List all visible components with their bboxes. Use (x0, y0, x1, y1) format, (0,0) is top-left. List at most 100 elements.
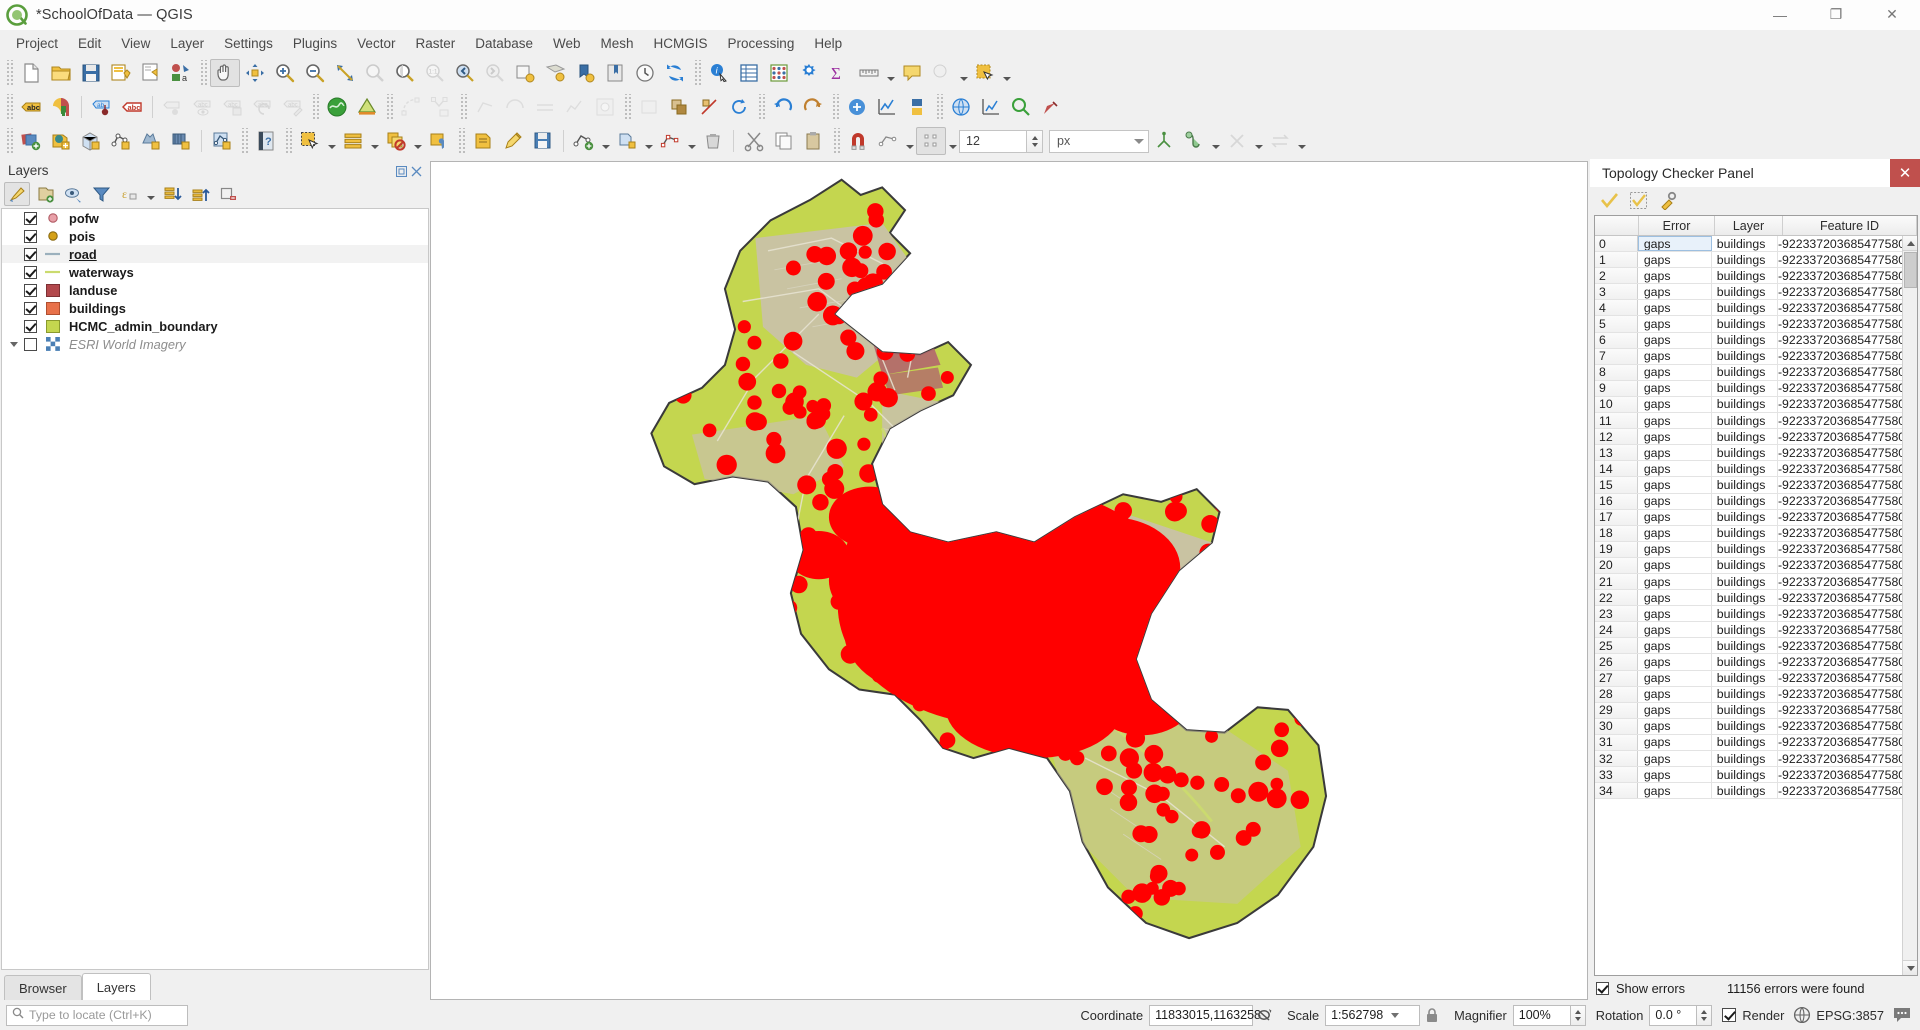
delete-selected-icon[interactable] (698, 127, 728, 155)
panel-tab-layers[interactable]: Layers (81, 973, 151, 1000)
coordinate-input[interactable]: 11833015,1163258 (1149, 1004, 1261, 1026)
zoom-to-layer-icon[interactable] (390, 59, 420, 87)
identify-features-icon[interactable]: i (704, 59, 734, 87)
cell-feature-id[interactable]: -9223372036854775808 (1778, 783, 1917, 799)
cell-feature-id[interactable]: -9223372036854775808 (1778, 236, 1917, 252)
rotation-stepper[interactable] (1697, 1004, 1713, 1026)
cell-error[interactable]: gaps (1638, 525, 1712, 541)
circular-string-icon[interactable] (396, 93, 426, 121)
copy-features-icon[interactable] (769, 127, 799, 155)
menu-view[interactable]: View (111, 33, 160, 54)
zoom-out-icon[interactable] (300, 59, 330, 87)
avoid-overlaps-icon[interactable] (1222, 127, 1252, 155)
table-row[interactable]: 27 gaps buildings -9223372036854775808 (1595, 670, 1917, 687)
cell-feature-id[interactable]: -9223372036854775808 (1778, 622, 1917, 638)
measure-dropdown-caret-icon[interactable] (884, 59, 897, 87)
toolbar-grip[interactable] (831, 94, 839, 120)
layer-item-hcmc-admin-boundary[interactable]: HCMC_admin_boundary (2, 317, 428, 335)
toggle-extents-icon[interactable] (1253, 1004, 1277, 1026)
cell-id[interactable]: 25 (1595, 638, 1638, 654)
cell-feature-id[interactable]: -9223372036854775808 (1778, 767, 1917, 783)
menu-edit[interactable]: Edit (68, 33, 111, 54)
cell-layer[interactable]: buildings (1712, 316, 1778, 332)
table-row[interactable]: 7 gaps buildings -9223372036854775808 (1595, 348, 1917, 365)
cell-feature-id[interactable]: -9223372036854775808 (1778, 477, 1917, 493)
layer-visibility-checkbox[interactable] (24, 283, 37, 297)
cell-layer[interactable]: buildings (1712, 477, 1778, 493)
diagram-icon[interactable] (46, 93, 76, 121)
cell-id[interactable]: 23 (1595, 606, 1638, 622)
table-row[interactable]: 4 gaps buildings -9223372036854775808 (1595, 300, 1917, 317)
cell-error[interactable]: gaps (1638, 557, 1712, 573)
select-dropdown-caret-icon[interactable] (957, 59, 970, 87)
terrain-profile-icon[interactable] (352, 93, 382, 121)
reshape-features-icon[interactable] (500, 93, 530, 121)
cell-error[interactable]: gaps (1638, 380, 1712, 396)
cell-error[interactable]: gaps (1638, 493, 1712, 509)
reverse-line-caret-icon[interactable] (1295, 127, 1308, 155)
cell-feature-id[interactable]: -9223372036854775808 (1778, 268, 1917, 284)
cell-feature-id[interactable]: -9223372036854775808 (1778, 606, 1917, 622)
cell-layer[interactable]: buildings (1712, 751, 1778, 767)
cell-id[interactable]: 31 (1595, 734, 1638, 750)
cell-error[interactable]: gaps (1638, 702, 1712, 718)
reverse-line-icon[interactable] (1265, 127, 1295, 155)
cell-feature-id[interactable]: -9223372036854775808 (1778, 348, 1917, 364)
save-project-icon[interactable] (76, 59, 106, 87)
cell-layer[interactable]: buildings (1712, 461, 1778, 477)
cell-layer[interactable]: buildings (1712, 718, 1778, 734)
table-row[interactable]: 23 gaps buildings -9223372036854775808 (1595, 606, 1917, 623)
vertex-tool-icon[interactable] (470, 93, 500, 121)
magnifier-input[interactable]: 100% (1512, 1004, 1571, 1026)
plugin-manager-icon[interactable] (976, 93, 1006, 121)
table-row[interactable]: 28 gaps buildings -9223372036854775808 (1595, 686, 1917, 703)
cell-error[interactable]: gaps (1638, 252, 1712, 268)
cell-layer[interactable]: buildings (1712, 734, 1778, 750)
menu-web[interactable]: Web (543, 33, 591, 54)
processing-toolbox-icon[interactable] (842, 93, 872, 121)
help-contents-icon[interactable]: ? (251, 127, 281, 155)
scroll-up-icon[interactable] (1903, 236, 1917, 251)
refresh-layer-icon[interactable] (510, 59, 540, 87)
toolbar-grip[interactable] (240, 128, 248, 154)
table-row[interactable]: 31 gaps buildings -9223372036854775808 (1595, 734, 1917, 751)
sum-field-icon[interactable]: Σ (824, 59, 854, 87)
toolbar-grip[interactable] (199, 60, 207, 86)
cell-error[interactable]: gaps (1638, 590, 1712, 606)
toolbar-grip[interactable] (311, 94, 319, 120)
menu-project[interactable]: Project (6, 33, 68, 54)
toolbar-grip[interactable] (757, 94, 765, 120)
simplify-feature-icon[interactable] (560, 93, 590, 121)
cell-id[interactable]: 2 (1595, 268, 1638, 284)
zoom-to-selection-icon[interactable] (360, 59, 390, 87)
cell-error[interactable]: gaps (1638, 348, 1712, 364)
cell-id[interactable]: 21 (1595, 573, 1638, 590)
cell-id[interactable]: 30 (1595, 718, 1638, 734)
cell-id[interactable]: 17 (1595, 509, 1638, 525)
table-row[interactable]: 22 gaps buildings -9223372036854775808 (1595, 590, 1917, 607)
cell-layer[interactable]: buildings (1712, 541, 1778, 557)
cell-feature-id[interactable]: -9223372036854775808 (1778, 413, 1917, 429)
cell-id[interactable]: 22 (1595, 590, 1638, 606)
cell-layer[interactable]: buildings (1712, 380, 1778, 396)
crs-value[interactable]: EPSG:3857 (1816, 1008, 1884, 1023)
table-row[interactable]: 6 gaps buildings -9223372036854775808 (1595, 332, 1917, 349)
lock-scale-icon[interactable] (1420, 1004, 1444, 1026)
cell-feature-id[interactable]: -9223372036854775808 (1778, 686, 1917, 702)
pin-labels-icon[interactable]: ab (87, 93, 117, 121)
cell-id[interactable]: 24 (1595, 622, 1638, 638)
add-feature-caret-icon[interactable] (599, 127, 612, 155)
cell-error[interactable]: gaps (1638, 300, 1712, 316)
collapse-all-icon[interactable] (187, 182, 213, 206)
table-row[interactable]: 3 gaps buildings -9223372036854775808 (1595, 284, 1917, 301)
show-map-tips-icon[interactable] (540, 59, 570, 87)
cell-layer[interactable]: buildings (1712, 702, 1778, 718)
metasearch-icon[interactable] (946, 93, 976, 121)
table-row[interactable]: 13 gaps buildings -9223372036854775808 (1595, 445, 1917, 462)
cell-layer[interactable]: buildings (1712, 396, 1778, 413)
cell-error[interactable]: gaps (1638, 573, 1712, 590)
label-toolbar-icon[interactable]: abc (16, 93, 46, 121)
configure-rules-icon[interactable] (1654, 188, 1680, 212)
topology-grid-scrollbar[interactable] (1902, 236, 1917, 975)
cell-layer[interactable]: buildings (1712, 622, 1778, 638)
